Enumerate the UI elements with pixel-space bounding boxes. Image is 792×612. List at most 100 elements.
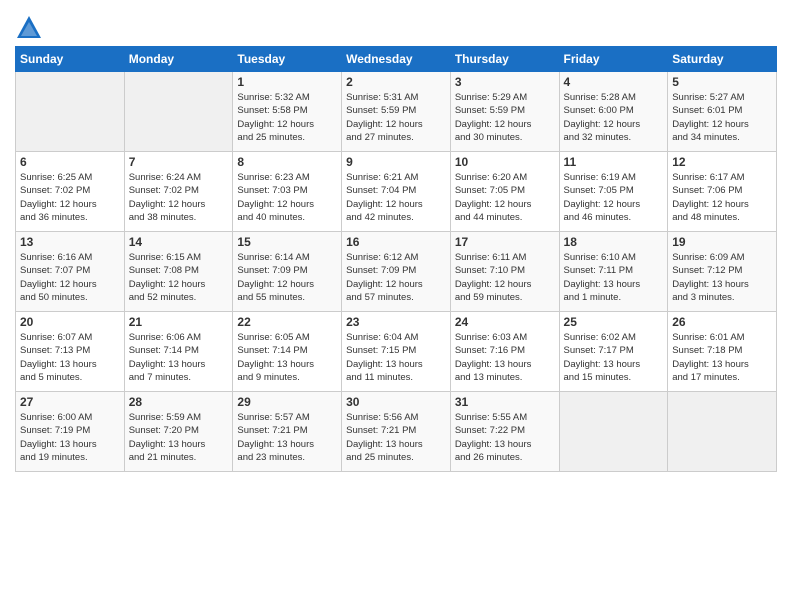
day-info: Sunrise: 5:56 AM Sunset: 7:21 PM Dayligh… [346,411,446,464]
day-number: 30 [346,395,446,409]
logo [15,14,47,42]
calendar-cell: 23 Sunrise: 6:04 AM Sunset: 7:15 PM Dayli… [342,312,451,392]
calendar-week-4: 20 Sunrise: 6:07 AM Sunset: 7:13 PM Dayli… [16,312,777,392]
calendar-week-3: 13Sunrise: 6:16 AM Sunset: 7:07 PM Dayli… [16,232,777,312]
calendar-cell: 17 Sunrise: 6:11 AM Sunset: 7:10 PM Dayli… [450,232,559,312]
calendar-cell [559,392,668,472]
day-number: 7 [129,155,229,169]
day-number: 16 [346,235,446,249]
day-info: Sunrise: 6:17 AM Sunset: 7:06 PM Dayligh… [672,171,772,224]
calendar-cell: 10 Sunrise: 6:20 AM Sunset: 7:05 PM Dayli… [450,152,559,232]
day-number: 6 [20,155,120,169]
calendar-cell: 26 Sunrise: 6:01 AM Sunset: 7:18 PM Dayli… [668,312,777,392]
day-number: 1 [237,75,337,89]
calendar-cell: 29Sunrise: 5:57 AM Sunset: 7:21 PM Dayli… [233,392,342,472]
day-info: Sunrise: 5:27 AM Sunset: 6:01 PM Dayligh… [672,91,772,144]
day-number: 26 [672,315,772,329]
calendar-cell [124,72,233,152]
day-header-tuesday: Tuesday [233,47,342,72]
logo-icon [15,14,43,42]
calendar-cell: 4 Sunrise: 5:28 AM Sunset: 6:00 PM Daylig… [559,72,668,152]
day-info: Sunrise: 6:25 AM Sunset: 7:02 PM Dayligh… [20,171,120,224]
calendar-cell: 28 Sunrise: 5:59 AM Sunset: 7:20 PM Dayli… [124,392,233,472]
day-info: Sunrise: 6:24 AM Sunset: 7:02 PM Dayligh… [129,171,229,224]
day-info: Sunrise: 6:09 AM Sunset: 7:12 PM Dayligh… [672,251,772,304]
day-info: Sunrise: 6:01 AM Sunset: 7:18 PM Dayligh… [672,331,772,384]
day-number: 27 [20,395,120,409]
day-number: 8 [237,155,337,169]
calendar-cell: 7 Sunrise: 6:24 AM Sunset: 7:02 PM Daylig… [124,152,233,232]
day-number: 22 [237,315,337,329]
day-number: 14 [129,235,229,249]
calendar-cell: 8Sunrise: 6:23 AM Sunset: 7:03 PM Daylig… [233,152,342,232]
day-number: 25 [564,315,664,329]
calendar-cell: 20 Sunrise: 6:07 AM Sunset: 7:13 PM Dayli… [16,312,125,392]
day-header-sunday: Sunday [16,47,125,72]
day-info: Sunrise: 6:10 AM Sunset: 7:11 PM Dayligh… [564,251,664,304]
day-number: 4 [564,75,664,89]
calendar-cell: 18 Sunrise: 6:10 AM Sunset: 7:11 PM Dayli… [559,232,668,312]
day-number: 29 [237,395,337,409]
day-number: 10 [455,155,555,169]
day-info: Sunrise: 6:04 AM Sunset: 7:15 PM Dayligh… [346,331,446,384]
day-info: Sunrise: 5:28 AM Sunset: 6:00 PM Dayligh… [564,91,664,144]
day-number: 17 [455,235,555,249]
day-info: Sunrise: 6:02 AM Sunset: 7:17 PM Dayligh… [564,331,664,384]
day-info: Sunrise: 6:00 AM Sunset: 7:19 PM Dayligh… [20,411,120,464]
day-header-thursday: Thursday [450,47,559,72]
calendar-cell: 25 Sunrise: 6:02 AM Sunset: 7:17 PM Dayli… [559,312,668,392]
day-info: Sunrise: 6:03 AM Sunset: 7:16 PM Dayligh… [455,331,555,384]
day-info: Sunrise: 6:15 AM Sunset: 7:08 PM Dayligh… [129,251,229,304]
calendar-cell: 24Sunrise: 6:03 AM Sunset: 7:16 PM Dayli… [450,312,559,392]
day-number: 3 [455,75,555,89]
day-number: 12 [672,155,772,169]
calendar-cell: 21 Sunrise: 6:06 AM Sunset: 7:14 PM Dayli… [124,312,233,392]
calendar-cell: 19Sunrise: 6:09 AM Sunset: 7:12 PM Dayli… [668,232,777,312]
day-info: Sunrise: 6:06 AM Sunset: 7:14 PM Dayligh… [129,331,229,384]
calendar-cell: 27 Sunrise: 6:00 AM Sunset: 7:19 PM Dayli… [16,392,125,472]
day-info: Sunrise: 6:07 AM Sunset: 7:13 PM Dayligh… [20,331,120,384]
day-header-friday: Friday [559,47,668,72]
day-info: Sunrise: 5:59 AM Sunset: 7:20 PM Dayligh… [129,411,229,464]
calendar-cell: 15 Sunrise: 6:14 AM Sunset: 7:09 PM Dayli… [233,232,342,312]
calendar-cell: 16 Sunrise: 6:12 AM Sunset: 7:09 PM Dayli… [342,232,451,312]
day-number: 2 [346,75,446,89]
calendar-cell: 30 Sunrise: 5:56 AM Sunset: 7:21 PM Dayli… [342,392,451,472]
day-info: Sunrise: 5:29 AM Sunset: 5:59 PM Dayligh… [455,91,555,144]
calendar-cell: 2 Sunrise: 5:31 AM Sunset: 5:59 PM Daylig… [342,72,451,152]
calendar-header: SundayMondayTuesdayWednesdayThursdayFrid… [16,47,777,72]
day-number: 23 [346,315,446,329]
day-number: 13 [20,235,120,249]
calendar-cell [668,392,777,472]
day-number: 20 [20,315,120,329]
day-number: 28 [129,395,229,409]
day-number: 31 [455,395,555,409]
day-number: 21 [129,315,229,329]
header [15,10,777,42]
day-info: Sunrise: 6:19 AM Sunset: 7:05 PM Dayligh… [564,171,664,224]
calendar-cell: 9Sunrise: 6:21 AM Sunset: 7:04 PM Daylig… [342,152,451,232]
calendar-week-2: 6 Sunrise: 6:25 AM Sunset: 7:02 PM Daylig… [16,152,777,232]
day-info: Sunrise: 6:05 AM Sunset: 7:14 PM Dayligh… [237,331,337,384]
calendar-cell: 12 Sunrise: 6:17 AM Sunset: 7:06 PM Dayli… [668,152,777,232]
day-number: 18 [564,235,664,249]
day-number: 11 [564,155,664,169]
day-number: 15 [237,235,337,249]
day-info: Sunrise: 6:20 AM Sunset: 7:05 PM Dayligh… [455,171,555,224]
calendar-table: SundayMondayTuesdayWednesdayThursdayFrid… [15,46,777,472]
calendar-week-5: 27 Sunrise: 6:00 AM Sunset: 7:19 PM Dayli… [16,392,777,472]
day-info: Sunrise: 5:31 AM Sunset: 5:59 PM Dayligh… [346,91,446,144]
calendar-cell: 13Sunrise: 6:16 AM Sunset: 7:07 PM Dayli… [16,232,125,312]
day-info: Sunrise: 5:32 AM Sunset: 5:58 PM Dayligh… [237,91,337,144]
day-header-saturday: Saturday [668,47,777,72]
calendar-cell: 31Sunrise: 5:55 AM Sunset: 7:22 PM Dayli… [450,392,559,472]
day-info: Sunrise: 6:12 AM Sunset: 7:09 PM Dayligh… [346,251,446,304]
day-info: Sunrise: 6:14 AM Sunset: 7:09 PM Dayligh… [237,251,337,304]
calendar-cell: 3 Sunrise: 5:29 AM Sunset: 5:59 PM Daylig… [450,72,559,152]
day-header-wednesday: Wednesday [342,47,451,72]
calendar-cell: 14 Sunrise: 6:15 AM Sunset: 7:08 PM Dayli… [124,232,233,312]
day-header-monday: Monday [124,47,233,72]
day-info: Sunrise: 6:11 AM Sunset: 7:10 PM Dayligh… [455,251,555,304]
calendar-cell: 22 Sunrise: 6:05 AM Sunset: 7:14 PM Dayli… [233,312,342,392]
days-header-row: SundayMondayTuesdayWednesdayThursdayFrid… [16,47,777,72]
